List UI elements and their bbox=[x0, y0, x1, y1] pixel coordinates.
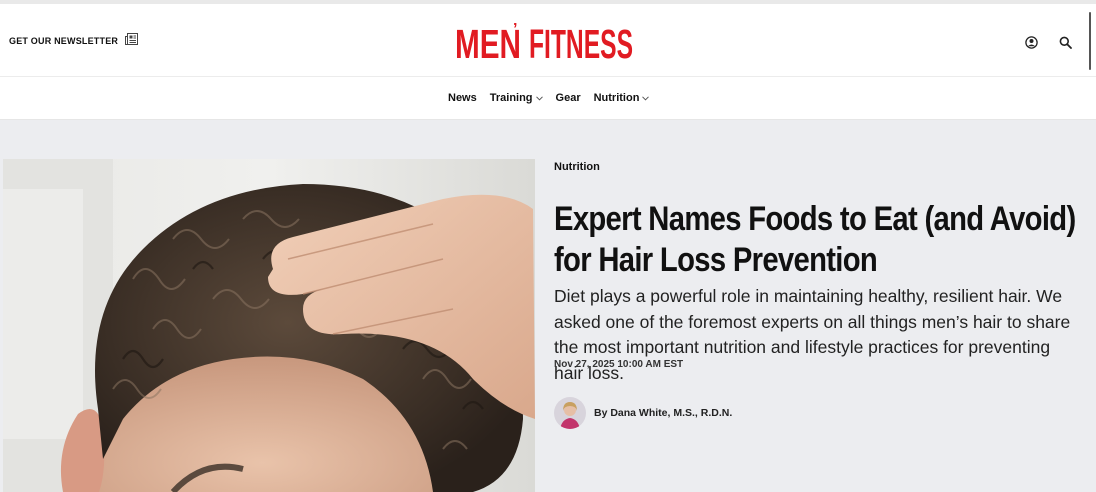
nav-item-training[interactable]: Training bbox=[490, 92, 543, 104]
nav-item-nutrition[interactable]: Nutrition bbox=[594, 92, 650, 104]
nav-item-label: Gear bbox=[555, 92, 581, 104]
author-avatar[interactable] bbox=[554, 397, 586, 429]
chevron-down-icon bbox=[642, 95, 650, 101]
headline-line-2: for Hair Loss Prevention bbox=[554, 241, 878, 279]
hero-section: Nutrition Expert Names Foods to Eat (and… bbox=[0, 120, 1096, 492]
main-nav: News Training Gear Nutrition bbox=[0, 77, 1096, 120]
nav-item-label: Training bbox=[489, 92, 533, 104]
site-header: GET OUR NEWSLETTER MEN ’ FITNESS bbox=[0, 4, 1096, 77]
chevron-down-icon bbox=[535, 95, 543, 101]
article-date: Nov 27, 2025 10:00 AM EST bbox=[554, 359, 684, 370]
headline-line-1: Expert Names Foods to Eat (and Avoid) bbox=[554, 200, 1076, 238]
logo-text-men: MEN bbox=[455, 21, 521, 67]
svg-text:’: ’ bbox=[513, 21, 517, 38]
article-category[interactable]: Nutrition bbox=[554, 161, 600, 173]
scrollbar[interactable] bbox=[1089, 12, 1091, 70]
nav-item-news[interactable]: News bbox=[448, 92, 477, 104]
article-dek: Diet plays a powerful role in maintainin… bbox=[554, 286, 1071, 383]
newsletter-link[interactable]: GET OUR NEWSLETTER bbox=[9, 32, 139, 50]
newsletter-label: GET OUR NEWSLETTER bbox=[9, 36, 119, 46]
nav-item-gear[interactable]: Gear bbox=[556, 92, 581, 104]
nav-item-label: Nutrition bbox=[593, 92, 640, 104]
site-logo[interactable]: MEN ’ FITNESS bbox=[455, 17, 635, 67]
newsletter-icon bbox=[125, 32, 139, 50]
user-icon[interactable] bbox=[1022, 33, 1040, 51]
search-icon[interactable] bbox=[1056, 33, 1074, 51]
article-hero-image[interactable] bbox=[3, 159, 535, 492]
nav-item-label: News bbox=[448, 92, 477, 104]
article-byline: By Dana White, M.S., R.D.N. bbox=[554, 397, 732, 429]
article-headline[interactable]: Expert Names Foods to Eat (and Avoid) fo… bbox=[554, 199, 1087, 281]
logo-text-fitness: FITNESS bbox=[529, 21, 633, 67]
author-name[interactable]: By Dana White, M.S., R.D.N. bbox=[594, 407, 732, 419]
